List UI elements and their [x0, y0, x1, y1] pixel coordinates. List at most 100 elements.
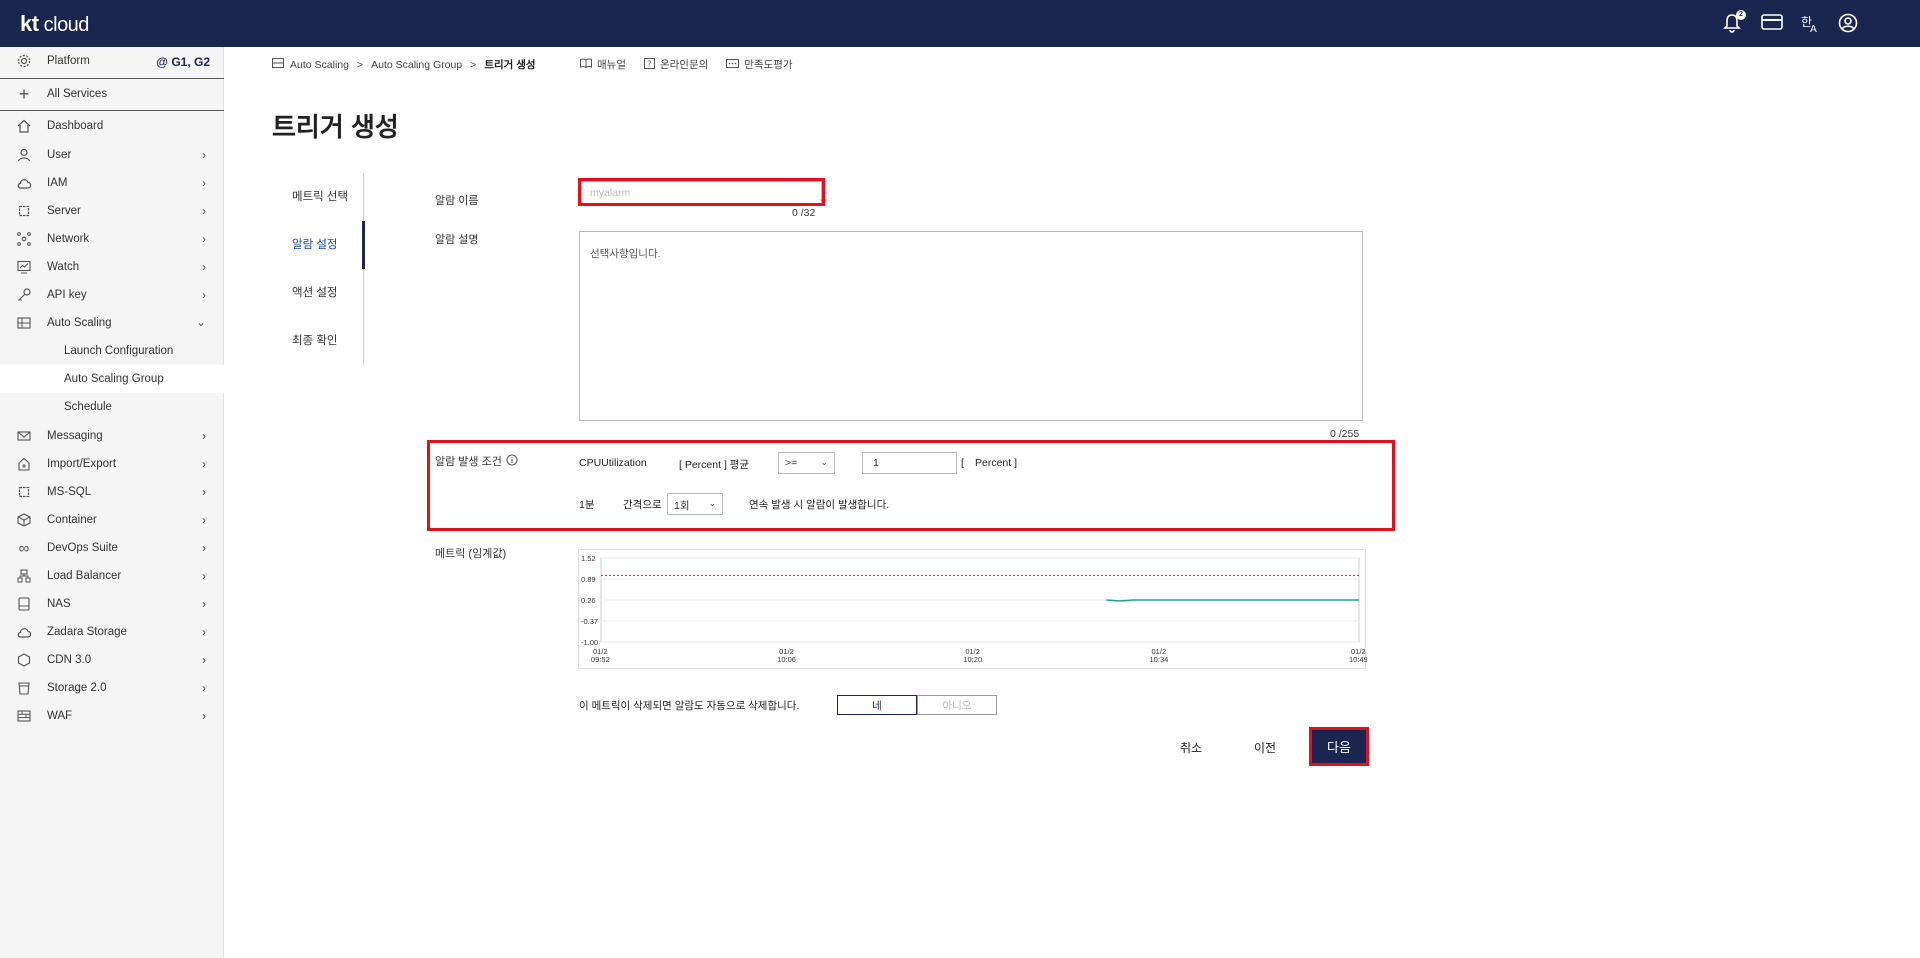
step-final-confirm[interactable]: 최종 확인	[292, 332, 338, 348]
chevron-right-icon: ›	[202, 541, 206, 555]
sidebar-item-waf[interactable]: WAF ›	[0, 702, 224, 730]
text-cursor-icon: +	[820, 193, 828, 207]
yes-option[interactable]: 네	[837, 695, 917, 715]
threshold-input[interactable]: 1	[862, 452, 957, 474]
active-step-indicator	[362, 221, 365, 269]
svg-text:A: A	[1810, 24, 1817, 33]
sidebar-item-user[interactable]: User ›	[0, 141, 224, 169]
region-label[interactable]: @ G1, G2	[156, 55, 210, 69]
bell-icon[interactable]: 2	[1723, 10, 1746, 35]
online-inquiry-link[interactable]: ? 온라인문의	[643, 57, 708, 72]
sidebar-item-nas[interactable]: NAS ›	[0, 590, 224, 618]
language-icon[interactable]: 한A	[1800, 13, 1822, 35]
question-icon: ?	[643, 57, 655, 72]
breadcrumb-separator: >	[470, 58, 477, 71]
sidebar-item-dashboard[interactable]: Dashboard	[0, 112, 224, 140]
y-tick-label: 0.89	[581, 575, 596, 584]
sidebar-item-storage-2[interactable]: Storage 2.0 ›	[0, 674, 224, 702]
unit-open-bracket: [	[961, 457, 964, 469]
alarm-desc-counter: 0 /255	[1330, 428, 1360, 440]
info-icon[interactable]	[506, 454, 518, 469]
all-services-link[interactable]: + All Services	[0, 80, 224, 108]
sidebar-item-api-key[interactable]: API key ›	[0, 281, 224, 309]
sidebar-item-iam[interactable]: IAM ›	[0, 169, 224, 197]
x-tick-time: 10:20	[963, 655, 982, 664]
sidebar-item-label: Dashboard	[47, 120, 104, 132]
sidebar-item-watch[interactable]: Watch ›	[0, 253, 224, 281]
condition-label: 알람 발생 조건	[435, 456, 502, 468]
operator-select[interactable]: >= ⌄	[778, 452, 835, 474]
platform-selector[interactable]: Platform @ G1, G2	[0, 47, 224, 75]
sidebar-item-server[interactable]: Server ›	[0, 197, 224, 225]
sidebar-item-label: Container	[47, 514, 97, 526]
interval-label: 간격으로	[623, 499, 662, 511]
sidebar-item-label: CDN 3.0	[47, 654, 92, 666]
condition-label-wrap: 알람 발생 조건	[435, 453, 518, 469]
chip-icon	[16, 484, 32, 500]
platform-label: Platform	[47, 55, 90, 67]
sidebar-subitem-auto-scaling-group[interactable]: Auto Scaling Group	[0, 365, 224, 393]
sidebar-item-label: DevOps Suite	[47, 542, 118, 554]
sidebar-item-label: Load Balancer	[47, 570, 122, 582]
home-icon	[16, 118, 32, 134]
sidebar-item-ms-sql[interactable]: MS-SQL ›	[0, 478, 224, 506]
sidebar-item-devops-suite[interactable]: ∞ DevOps Suite ›	[0, 534, 224, 562]
sidebar-subitem-schedule[interactable]: Schedule	[0, 393, 224, 421]
house-arrows-icon	[16, 456, 32, 472]
cancel-button[interactable]: 취소	[1176, 738, 1206, 756]
chevron-down-icon: ⌄	[708, 498, 716, 508]
no-option[interactable]: 아니오	[917, 695, 997, 715]
sidebar-item-label: NAS	[47, 598, 71, 610]
sidebar-item-load-balancer[interactable]: Load Balancer ›	[0, 562, 224, 590]
alarm-name-input[interactable]: myalarm	[579, 181, 822, 205]
sidebar-item-container[interactable]: Container ›	[0, 506, 224, 534]
y-tick-label: 0.26	[581, 596, 596, 605]
sidebar-item-label: WAF	[47, 710, 73, 722]
delete-option-text: 이 메트릭이 삭제되면 알람도 자동으로 삭제합니다.	[579, 700, 800, 712]
series-line	[1106, 599, 1359, 602]
sidebar-item-label: API key	[47, 289, 87, 301]
alarm-name-label: 알람 이름	[435, 195, 479, 207]
step-alarm-settings[interactable]: 알람 설정	[292, 236, 338, 252]
x-tick-time: 10:06	[777, 655, 796, 664]
unit-label: Percent ]	[975, 457, 1018, 469]
y-tick-label: -1.00	[581, 638, 598, 647]
next-button[interactable]: 다음	[1312, 730, 1366, 763]
manual-link[interactable]: 매뉴얼	[580, 57, 626, 72]
bucket-icon	[16, 680, 32, 696]
survey-icon	[726, 58, 740, 71]
scaling-icon	[16, 315, 32, 331]
count-select[interactable]: 1회 ⌄	[667, 493, 723, 515]
divider	[0, 110, 224, 111]
chevron-right-icon: ›	[202, 597, 206, 611]
step-nav: 메트릭 선택 알람 설정 액션 설정 최종 확인	[280, 173, 365, 365]
unit-avg-label: [ Percent ] 평균	[679, 459, 750, 471]
credit-card-icon[interactable]	[1761, 13, 1783, 35]
prev-button[interactable]: 이전	[1250, 738, 1280, 756]
kt-cloud-logo[interactable]: kt cloud	[20, 11, 89, 37]
sidebar-subitem-launch-configuration[interactable]: Launch Configuration	[0, 337, 224, 365]
user-account-icon[interactable]	[1838, 13, 1860, 35]
sidebar-item-label: Auto Scaling	[47, 317, 112, 329]
step-action-settings[interactable]: 액션 설정	[292, 284, 338, 300]
step-metric-select[interactable]: 메트릭 선택	[292, 188, 348, 204]
sidebar-item-label: User	[47, 149, 72, 161]
gear-icon	[16, 53, 32, 69]
sidebar-item-import-export[interactable]: Import/Export ›	[0, 450, 224, 478]
sidebar-item-zadara-storage[interactable]: Zadara Storage ›	[0, 618, 224, 646]
cloud-lock-icon	[16, 175, 32, 191]
sidebar-item-auto-scaling[interactable]: Auto Scaling ⌄	[0, 309, 224, 337]
breadcrumb-current: 트리거 생성	[484, 59, 536, 71]
sidebar-item-label: Watch	[47, 261, 80, 273]
sidebar-item-cdn[interactable]: CDN 3.0 ›	[0, 646, 224, 674]
breadcrumb-item[interactable]: Auto Scaling Group	[371, 59, 462, 71]
satisfaction-survey-link[interactable]: 만족도평가	[726, 57, 793, 72]
breadcrumb-item[interactable]: Auto Scaling	[290, 59, 349, 71]
alarm-name-counter: 0 /32	[792, 207, 816, 219]
alarm-desc-textarea[interactable]: 선택사항입니다.	[579, 231, 1363, 421]
x-tick-time: 10:34	[1150, 655, 1169, 664]
all-services-label: All Services	[47, 88, 108, 100]
chevron-right-icon: ›	[202, 569, 206, 583]
sidebar-item-network[interactable]: Network ›	[0, 225, 224, 253]
sidebar-item-messaging[interactable]: Messaging ›	[0, 422, 224, 450]
